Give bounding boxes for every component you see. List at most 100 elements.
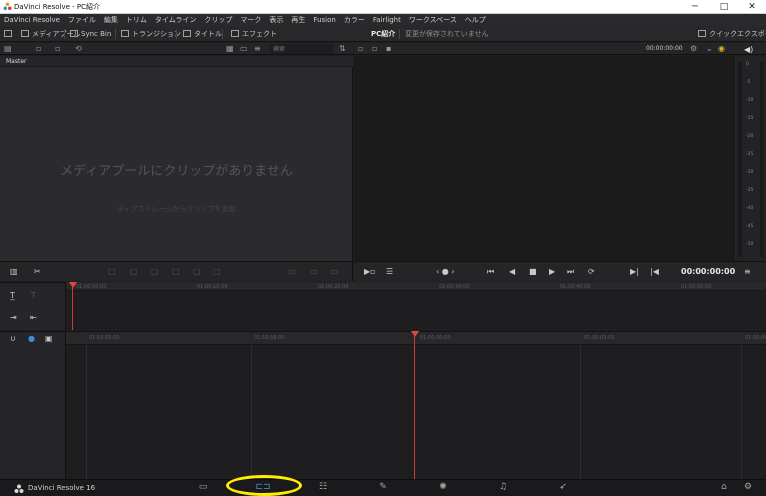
menu-icon[interactable]: ≡ bbox=[744, 267, 751, 277]
split-icon[interactable]: ▢ bbox=[213, 267, 221, 277]
metadata-view-icon[interactable]: ▭ bbox=[240, 44, 248, 54]
effects-icon bbox=[231, 30, 239, 37]
jog-icon[interactable]: ‹ ● › bbox=[436, 267, 454, 277]
color-page-icon[interactable]: ✺ bbox=[433, 479, 453, 496]
stop-icon[interactable]: ■ bbox=[529, 267, 537, 277]
dropdown-icon[interactable]: ⌄ bbox=[706, 44, 713, 54]
lower-playhead[interactable] bbox=[414, 336, 415, 479]
minimize-button[interactable]: ─ bbox=[681, 0, 709, 14]
close-up-icon[interactable]: ▢ bbox=[151, 267, 159, 277]
reverse-play-icon[interactable]: ◀ bbox=[509, 267, 515, 277]
ruler-timecode: 01:00:00:00 bbox=[76, 284, 107, 290]
quick-export-button[interactable]: クイックエクスポート bbox=[698, 26, 766, 42]
menu-item[interactable]: クリップ bbox=[200, 14, 236, 26]
fairlight-page-icon[interactable]: ♫ bbox=[493, 479, 513, 496]
transitions-button[interactable]: トランジション bbox=[121, 26, 181, 42]
effects-button[interactable]: エフェクト bbox=[231, 26, 277, 42]
source-view-icon[interactable]: ▫ bbox=[372, 44, 377, 54]
sort-icon[interactable]: ⇅ bbox=[339, 44, 346, 54]
thumbnail-view-icon[interactable]: ▦ bbox=[226, 44, 234, 54]
audio-track-icon[interactable]: ▣ bbox=[45, 334, 53, 344]
menu-item[interactable]: ワークスペース bbox=[405, 14, 461, 26]
project-name: PC紹介 bbox=[371, 30, 396, 38]
export-icon bbox=[698, 30, 706, 37]
upper-timeline-ruler[interactable] bbox=[66, 282, 766, 291]
highlight-annotation bbox=[226, 475, 302, 496]
bin-list-icon[interactable]: ▤ bbox=[4, 44, 12, 54]
menu-item[interactable]: ファイル bbox=[64, 14, 100, 26]
media-page-icon[interactable]: ▭ bbox=[193, 479, 213, 496]
ruler-timecode: 01:00:50:00 bbox=[681, 284, 712, 290]
safe-area-icon[interactable]: ▭ bbox=[310, 267, 318, 277]
meter-track-right bbox=[760, 62, 764, 257]
menu-item[interactable]: トリム bbox=[122, 14, 151, 26]
viewer-adjust-icon[interactable]: ☰ bbox=[386, 267, 393, 277]
play-icon[interactable]: ▶ bbox=[549, 267, 555, 277]
magnet-icon[interactable]: ∪ bbox=[10, 334, 16, 344]
speaker-icon[interactable]: ◀) bbox=[744, 45, 753, 55]
edit-page-icon[interactable]: ☷ bbox=[313, 479, 333, 496]
settings-icon[interactable]: ⚙ bbox=[738, 479, 758, 496]
grid-line bbox=[580, 345, 581, 479]
next-edit-icon[interactable]: ▶| bbox=[630, 267, 639, 277]
source-overwrite-icon[interactable]: ▢ bbox=[193, 267, 201, 277]
close-button[interactable]: ✕ bbox=[738, 0, 766, 14]
maximize-button[interactable]: □ bbox=[710, 0, 738, 14]
menu-item[interactable]: 表示 bbox=[265, 14, 287, 26]
titles-icon bbox=[183, 30, 191, 37]
workspace-toggle-icon[interactable] bbox=[4, 26, 15, 42]
new-bin-icon[interactable]: ▫ bbox=[55, 44, 60, 54]
menu-item[interactable]: タイムライン bbox=[151, 14, 201, 26]
fit-to-fill-icon[interactable]: ▭ bbox=[288, 267, 296, 277]
ruler-timecode: 01:00:10:00 bbox=[197, 284, 228, 290]
davinci-logo-icon bbox=[14, 484, 24, 493]
lower-timeline[interactable] bbox=[66, 345, 766, 479]
titles-button[interactable]: タイトル bbox=[183, 26, 222, 42]
marker-icon[interactable]: ● bbox=[28, 334, 35, 344]
menu-item[interactable]: 再生 bbox=[287, 14, 309, 26]
menu-item[interactable]: Fusion bbox=[309, 14, 339, 26]
app-name: DaVinci Resolve 16 bbox=[28, 484, 96, 492]
status-icon: ◉ bbox=[718, 44, 725, 53]
viewer-canvas[interactable] bbox=[354, 56, 732, 261]
upper-playhead[interactable] bbox=[72, 287, 73, 330]
menu-item[interactable]: マーク bbox=[236, 14, 265, 26]
smart-insert-icon[interactable]: ▥ bbox=[10, 267, 18, 277]
playback-mode-icon[interactable]: ▶▫ bbox=[364, 267, 376, 277]
snap-right-icon[interactable]: ⇤ bbox=[30, 313, 37, 323]
viewer-options-icon[interactable]: ⚙ bbox=[690, 44, 697, 54]
menu-item[interactable]: DaVinci Resolve bbox=[0, 14, 64, 26]
lower-playhead-marker[interactable] bbox=[411, 331, 419, 337]
blade-icon[interactable]: ✂ bbox=[34, 267, 41, 277]
ruler-timecode: 01:00:03:00 bbox=[584, 335, 615, 341]
menu-item[interactable]: ヘルプ bbox=[461, 14, 490, 26]
track-headers[interactable] bbox=[0, 345, 66, 479]
fusion-page-icon[interactable]: ✎ bbox=[373, 479, 393, 496]
prev-edit-icon[interactable]: |◀ bbox=[650, 267, 659, 277]
loop-icon[interactable]: ⟳ bbox=[588, 267, 595, 277]
media-pool-panel[interactable] bbox=[0, 56, 353, 261]
replace-icon[interactable]: ▭ bbox=[331, 267, 339, 277]
menu-item[interactable]: Fairlight bbox=[369, 14, 405, 26]
viewer-mode-icon[interactable]: ▫ bbox=[358, 44, 363, 54]
sync-bin-button[interactable]: Sync Bin bbox=[70, 26, 111, 42]
list-view-icon[interactable]: ≡ bbox=[254, 44, 261, 54]
deliver-page-icon[interactable]: ➶ bbox=[553, 479, 573, 496]
bin-name[interactable]: Master bbox=[0, 56, 353, 67]
place-on-top-icon[interactable]: ▢ bbox=[172, 267, 180, 277]
track-height-icon[interactable]: T̲ bbox=[10, 291, 15, 301]
skip-end-icon[interactable]: ⏭ bbox=[567, 267, 574, 277]
snap-left-icon[interactable]: ⇥ bbox=[10, 313, 17, 323]
menu-item[interactable]: カラー bbox=[340, 14, 369, 26]
sync-icon[interactable]: ⟲ bbox=[75, 44, 82, 54]
search-input[interactable] bbox=[270, 44, 333, 54]
menu-item[interactable]: 編集 bbox=[100, 14, 122, 26]
zoom-fit-icon[interactable]: ⊤ bbox=[30, 291, 37, 301]
ripple-icon[interactable]: ▢ bbox=[130, 267, 138, 277]
media-pool-header: ▤ ▫ ▫ ⟲ ▦ ▭ ≡ ⇅ bbox=[0, 43, 353, 55]
import-icon[interactable]: ▫ bbox=[36, 44, 41, 54]
skip-start-icon[interactable]: ⏮ bbox=[487, 267, 494, 277]
home-icon[interactable]: ⌂ bbox=[714, 479, 734, 496]
append-icon[interactable]: ▢ bbox=[108, 267, 116, 277]
timeline-view-icon[interactable]: ▪ bbox=[386, 44, 391, 54]
